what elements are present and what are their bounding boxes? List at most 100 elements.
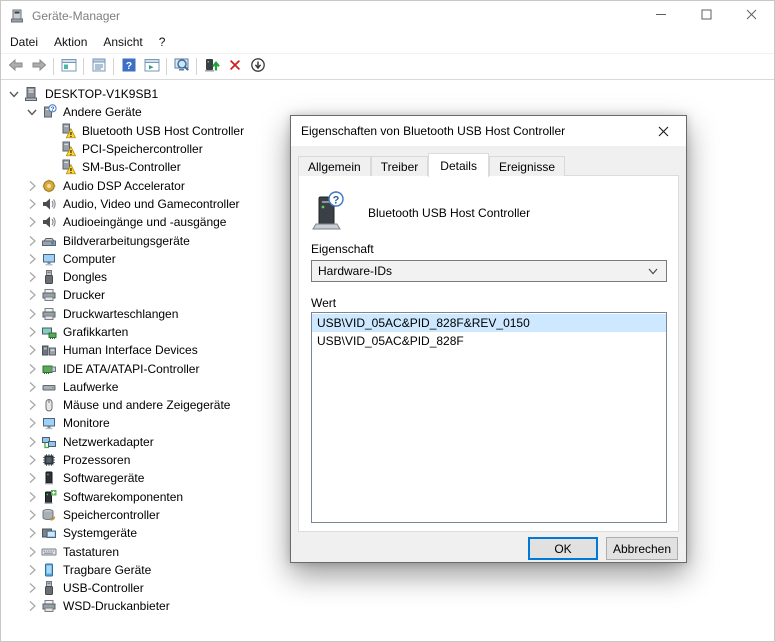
toolbar-separator xyxy=(166,58,167,75)
toolbar: ? xyxy=(1,53,774,80)
show-console-tree-button[interactable] xyxy=(57,55,80,78)
value-list-item[interactable]: USB\VID_05AC&PID_828F&REV_0150 xyxy=(312,314,666,332)
menu-aktion[interactable]: Aktion xyxy=(46,32,95,52)
usb-icon xyxy=(40,580,57,596)
chevron-collapsed-icon[interactable] xyxy=(23,324,40,340)
gpu-icon xyxy=(40,324,57,340)
dialog-titlebar: Eigenschaften von Bluetooth USB Host Con… xyxy=(291,116,686,146)
minimize-button[interactable] xyxy=(639,1,684,31)
menu-help[interactable]: ? xyxy=(151,32,174,52)
properties-button[interactable] xyxy=(87,55,110,78)
tree-item[interactable]: WSD-Druckanbieter xyxy=(2,597,773,615)
chevron-collapsed-icon[interactable] xyxy=(23,287,40,303)
chevron-collapsed-icon[interactable] xyxy=(23,251,40,267)
screen: Geräte-Manager Datei Aktion Ansicht? ? DES… xyxy=(0,0,775,642)
value-listbox[interactable]: USB\VID_05AC&PID_828F&REV_0150 USB\VID_05… xyxy=(311,312,667,523)
tab-treiber[interactable]: Treiber xyxy=(370,156,429,176)
chevron-down-icon xyxy=(640,261,666,281)
maximize-button[interactable] xyxy=(684,1,729,31)
printer-icon xyxy=(40,598,57,614)
chevron-collapsed-icon[interactable] xyxy=(23,196,40,212)
chevron-collapsed-icon[interactable] xyxy=(23,379,40,395)
close-icon xyxy=(746,9,757,23)
dsp-icon xyxy=(40,178,57,194)
update-driver-button[interactable] xyxy=(200,55,223,78)
scan-hardware-changes-button[interactable] xyxy=(170,55,193,78)
svg-text:?: ? xyxy=(125,60,131,72)
value-list-item[interactable]: USB\VID_05AC&PID_828F xyxy=(312,332,666,350)
chevron-collapsed-icon[interactable] xyxy=(23,342,40,358)
disable-device-button[interactable] xyxy=(246,55,269,78)
speaker-icon xyxy=(40,196,57,212)
tree-item-label: Systemgeräte xyxy=(63,526,138,541)
value-label: Wert xyxy=(311,296,337,310)
chevron-collapsed-icon[interactable] xyxy=(23,214,40,230)
chevron-collapsed-icon[interactable] xyxy=(23,562,40,578)
imaging-icon xyxy=(40,233,57,249)
tree-item[interactable]: USB-Controller xyxy=(2,579,773,597)
action-pane-icon xyxy=(144,57,160,76)
chevron-collapsed-icon[interactable] xyxy=(23,525,40,541)
back-button[interactable] xyxy=(4,55,27,78)
tree-item-label: Tastaturen xyxy=(63,544,120,559)
cancel-button[interactable]: Abbrechen xyxy=(606,537,678,560)
chevron-collapsed-icon[interactable] xyxy=(23,233,40,249)
chevron-collapsed-icon[interactable] xyxy=(23,434,40,450)
chevron-collapsed-icon[interactable] xyxy=(23,397,40,413)
window-controls xyxy=(639,1,774,31)
toolbar-separator xyxy=(196,58,197,75)
help-button[interactable]: ? xyxy=(117,55,140,78)
tree-item-label: Grafikkarten xyxy=(63,325,129,339)
menu-ansicht[interactable]: Ansicht xyxy=(95,32,150,52)
chevron-collapsed-icon[interactable] xyxy=(23,415,40,431)
update-driver-icon xyxy=(204,57,220,76)
dialog-close-button[interactable] xyxy=(641,116,686,146)
tree-item-label: WSD-Druckanbieter xyxy=(63,599,170,614)
close-button[interactable] xyxy=(729,1,774,31)
tree-item[interactable]: DESKTOP-V1K9SB1 xyxy=(2,85,773,103)
properties-dialog: Eigenschaften von Bluetooth USB Host Con… xyxy=(290,115,687,563)
chevron-collapsed-icon[interactable] xyxy=(23,598,40,614)
usb-icon xyxy=(40,269,57,285)
tab-allgemein[interactable]: Allgemein xyxy=(298,156,371,176)
scan-hardware-icon xyxy=(174,57,190,76)
ok-button[interactable]: OK xyxy=(528,537,598,560)
forward-button[interactable] xyxy=(27,55,50,78)
uninstall-device-button[interactable] xyxy=(223,55,246,78)
tree-item-label: USB-Controller xyxy=(63,581,144,596)
chevron-collapsed-icon[interactable] xyxy=(23,178,40,194)
chevron-collapsed-icon[interactable] xyxy=(23,361,40,377)
maximize-icon xyxy=(701,9,712,23)
tree-item-label: Audioeingänge und -ausgänge xyxy=(63,215,227,230)
chevron-collapsed-icon[interactable] xyxy=(23,452,40,468)
window-title: Geräte-Manager xyxy=(32,9,121,23)
chevron-collapsed-icon[interactable] xyxy=(23,306,40,322)
chevron-collapsed-icon[interactable] xyxy=(23,269,40,285)
cpu-icon xyxy=(40,452,57,468)
chevron-expanded-icon[interactable] xyxy=(5,86,22,102)
tree-item-label: Monitore xyxy=(63,416,110,431)
tab-ereignisse[interactable]: Ereignisse xyxy=(488,156,565,176)
chevron-collapsed-icon[interactable] xyxy=(23,507,40,523)
chevron-collapsed-icon[interactable] xyxy=(23,544,40,560)
properties-icon xyxy=(91,57,107,76)
show-action-pane-button[interactable] xyxy=(140,55,163,78)
chevron-collapsed-icon[interactable] xyxy=(23,580,40,596)
details-tab-page: ? Bluetooth USB Host Controller Eigensch… xyxy=(298,175,679,532)
chevron-expanded-icon[interactable] xyxy=(23,104,40,120)
software-component-icon xyxy=(40,489,57,505)
chevron-collapsed-icon[interactable] xyxy=(23,470,40,486)
chevron-collapsed-icon[interactable] xyxy=(23,489,40,505)
property-dropdown[interactable]: Hardware-IDs xyxy=(311,260,667,282)
main-titlebar: Geräte-Manager xyxy=(1,1,774,31)
unknown-device-icon: ? xyxy=(311,190,347,236)
disable-icon xyxy=(250,57,266,76)
device-header: ? Bluetooth USB Host Controller xyxy=(311,190,667,236)
tree-item[interactable]: Tragbare Geräte xyxy=(2,561,773,579)
tree-item-label: Mäuse und andere Zeigegeräte xyxy=(63,398,231,413)
menu-datei[interactable]: Datei xyxy=(2,32,46,52)
toolbar-separator xyxy=(113,58,114,75)
ide-icon xyxy=(40,361,57,377)
mouse-icon xyxy=(40,397,57,413)
tab-details[interactable]: Details xyxy=(428,153,489,177)
